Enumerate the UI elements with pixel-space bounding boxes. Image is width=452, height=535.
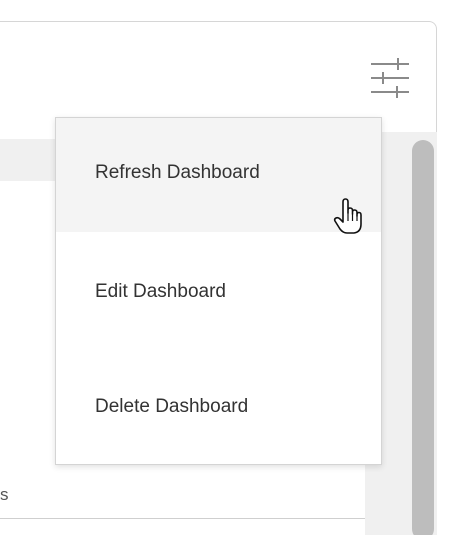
partial-row-text: s	[0, 485, 9, 504]
dashboard-menu: Refresh Dashboard Edit Dashboard Delete …	[55, 117, 382, 465]
scrollbar-thumb[interactable]	[412, 140, 434, 535]
row-divider	[0, 518, 372, 519]
menu-item-delete-dashboard[interactable]: Delete Dashboard	[56, 346, 381, 464]
sliders-icon[interactable]	[368, 56, 412, 102]
menu-item-label: Refresh Dashboard	[95, 162, 260, 183]
menu-item-edit-dashboard[interactable]: Edit Dashboard	[56, 232, 381, 346]
menu-item-label: Edit Dashboard	[95, 281, 226, 302]
hand-pointer-icon	[333, 196, 363, 236]
menu-item-label: Delete Dashboard	[95, 396, 249, 417]
viewport: s Refresh Dashboard Edit Dashboard Delet…	[0, 0, 452, 535]
